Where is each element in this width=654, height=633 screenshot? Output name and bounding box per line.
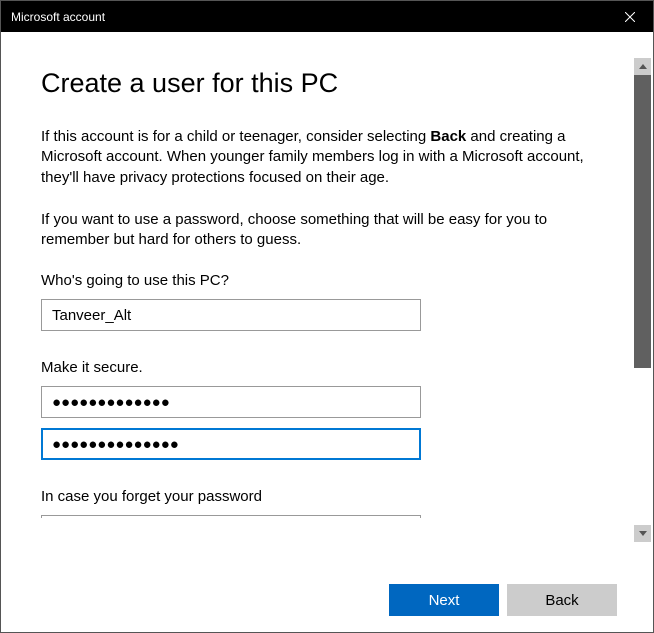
- next-button[interactable]: Next: [389, 584, 499, 616]
- scroll-track[interactable]: [634, 75, 651, 525]
- security-question-input-partial[interactable]: [41, 515, 421, 518]
- password-input[interactable]: [41, 386, 421, 418]
- info-paragraph-1: If this account is for a child or teenag…: [41, 127, 594, 188]
- back-button[interactable]: Back: [507, 584, 617, 616]
- titlebar: Microsoft account: [1, 1, 653, 32]
- scroll-down-button[interactable]: [634, 525, 651, 542]
- text-segment: If this account is for a child or teenag…: [41, 128, 430, 145]
- scroll-thumb[interactable]: [634, 75, 651, 368]
- close-button[interactable]: [607, 1, 653, 32]
- content-area: Create a user for this PC If this accoun…: [1, 32, 634, 568]
- scroll-up-button[interactable]: [634, 58, 651, 75]
- footer: Next Back: [1, 568, 653, 632]
- confirm-password-input[interactable]: [41, 428, 421, 460]
- password-section-label: Make it secure.: [41, 359, 594, 376]
- username-input[interactable]: [41, 299, 421, 331]
- info-paragraph-2: If you want to use a password, choose so…: [41, 210, 594, 251]
- chevron-up-icon: [639, 64, 647, 69]
- page-heading: Create a user for this PC: [41, 68, 594, 99]
- content-wrapper: Create a user for this PC If this accoun…: [1, 32, 653, 568]
- username-label: Who's going to use this PC?: [41, 272, 594, 289]
- chevron-down-icon: [639, 531, 647, 536]
- window-title: Microsoft account: [11, 10, 105, 24]
- close-icon: [625, 12, 635, 22]
- scrollbar[interactable]: [634, 58, 651, 542]
- security-question-label: In case you forget your password: [41, 488, 594, 505]
- text-bold: Back: [430, 128, 466, 145]
